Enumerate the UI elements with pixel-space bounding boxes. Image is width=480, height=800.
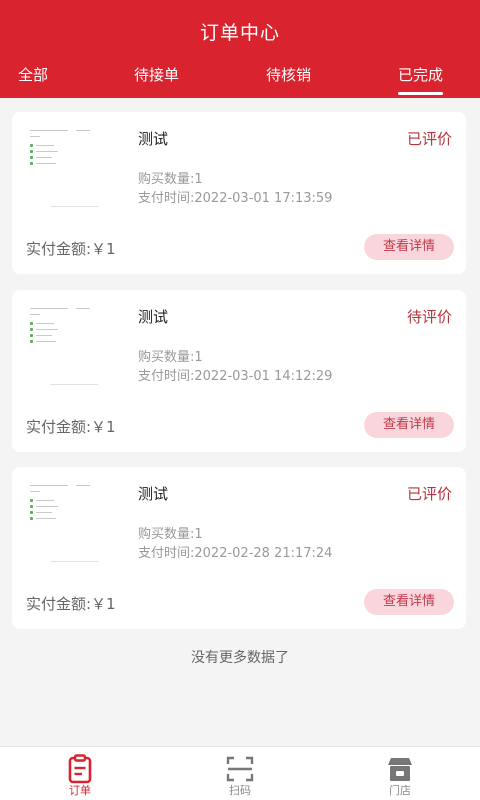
nav-item-store[interactable]: 门店 (360, 747, 440, 800)
payment-time: 支付时间:2022-03-01 17:13:59 (138, 191, 333, 206)
view-details-button[interactable]: 查看详情 (364, 412, 454, 438)
paid-amount: 实付金额:￥1 (26, 595, 116, 613)
bottom-navigation: 订单 扫码 门店 (0, 746, 480, 800)
tab-pending-accept[interactable]: 待接单 (134, 64, 179, 85)
product-name: 测试 (138, 308, 169, 326)
product-name: 测试 (138, 485, 169, 503)
tab-completed[interactable]: 已完成 (398, 64, 444, 95)
scan-icon (226, 756, 254, 782)
purchase-quantity: 购买数量:1 (138, 527, 203, 542)
product-name: 测试 (138, 130, 169, 148)
payment-time: 支付时间:2022-03-01 14:12:29 (138, 369, 333, 384)
order-clipboard-icon (68, 754, 92, 784)
nav-item-orders[interactable]: 订单 (40, 747, 120, 800)
view-details-button[interactable]: 查看详情 (364, 589, 454, 615)
product-thumbnail (26, 124, 122, 216)
order-status: 已评价 (406, 485, 452, 503)
order-card[interactable]: 测试 已评价 购买数量:1 支付时间:2022-02-28 21:17:24 实… (12, 467, 466, 629)
view-details-button[interactable]: 查看详情 (364, 234, 454, 260)
nav-label-orders: 订单 (69, 784, 91, 797)
order-status: 已评价 (406, 130, 452, 148)
order-card[interactable]: 测试 已评价 购买数量:1 支付时间:2022-03-01 17:13:59 实… (12, 112, 466, 274)
purchase-quantity: 购买数量:1 (138, 172, 203, 187)
nav-label-scan: 扫码 (229, 784, 251, 797)
page-title: 订单中心 (199, 22, 280, 44)
order-card[interactable]: 测试 待评价 购买数量:1 支付时间:2022-03-01 14:12:29 实… (12, 290, 466, 452)
nav-item-scan[interactable]: 扫码 (200, 747, 280, 800)
payment-time: 支付时间:2022-02-28 21:17:24 (138, 546, 333, 561)
nav-label-store: 门店 (389, 784, 411, 797)
store-icon (388, 758, 412, 781)
paid-amount: 实付金额:￥1 (26, 418, 116, 436)
paid-amount: 实付金额:￥1 (26, 240, 116, 258)
tab-all[interactable]: 全部 (18, 64, 48, 85)
tab-pending-verify[interactable]: 待核销 (266, 64, 311, 85)
order-tabs: 全部 待接单 待核销 已完成 (0, 60, 480, 98)
no-more-data-text: 没有更多数据了 (191, 650, 289, 666)
product-thumbnail (26, 479, 122, 571)
product-thumbnail (26, 302, 122, 394)
order-status: 待评价 (406, 308, 452, 326)
header-bar: 订单中心 全部 待接单 待核销 已完成 (0, 0, 480, 98)
purchase-quantity: 购买数量:1 (138, 350, 203, 365)
